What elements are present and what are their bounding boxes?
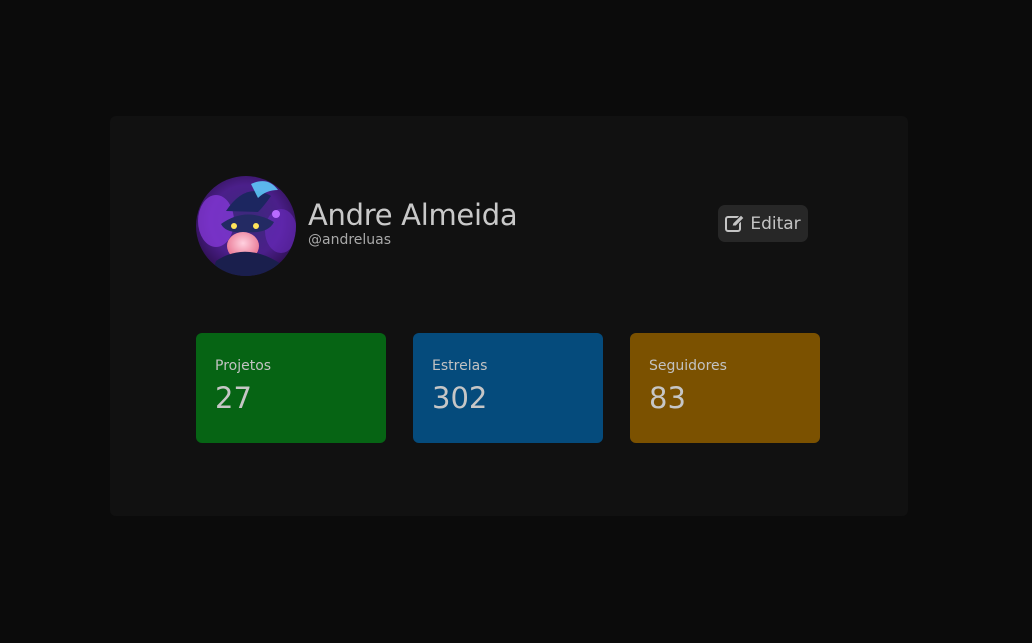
profile-names: Andre Almeida @andreluas <box>308 197 518 249</box>
stat-card-seguidores[interactable]: Seguidores 83 <box>630 333 820 443</box>
stat-value: 302 <box>432 381 488 415</box>
profile-header: Andre Almeida @andreluas <box>196 176 518 276</box>
edit-icon <box>725 214 746 233</box>
stat-card-estrelas[interactable]: Estrelas 302 <box>413 333 603 443</box>
stat-label: Seguidores <box>649 358 727 374</box>
stat-label: Projetos <box>215 358 272 374</box>
stat-value: 27 <box>215 381 252 415</box>
edit-button-label: Editar <box>750 213 801 234</box>
edit-button[interactable]: Editar <box>718 205 808 242</box>
stat-card-projetos[interactable]: Projetos 27 <box>196 333 386 443</box>
stat-label: Estrelas <box>432 358 488 374</box>
avatar <box>196 176 296 276</box>
stat-value: 83 <box>649 381 686 415</box>
profile-handle: @andreluas <box>308 232 392 248</box>
profile-name: Andre Almeida <box>308 198 518 232</box>
profile-card: Andre Almeida @andreluas Editar Projetos… <box>110 116 908 516</box>
